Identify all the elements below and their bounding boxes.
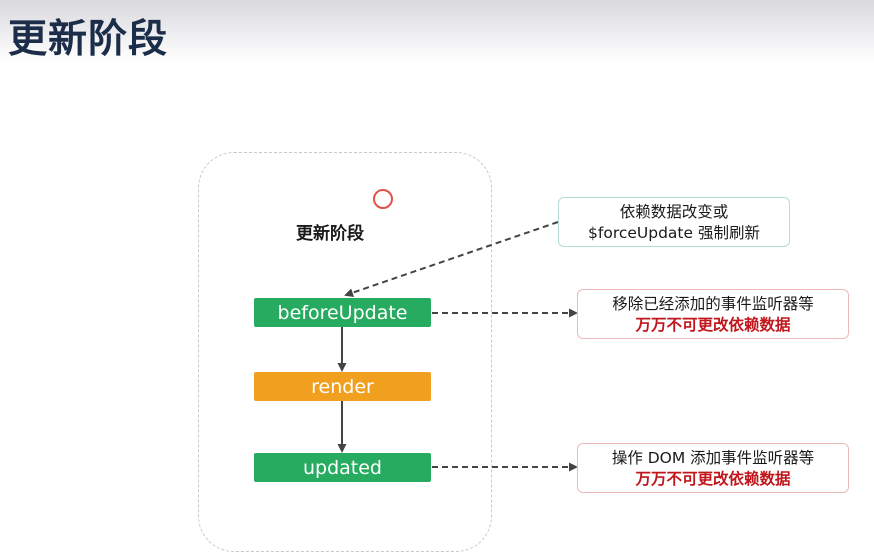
note-trigger: 依赖数据改变或 $forceUpdate 强制刷新 (558, 197, 790, 247)
stage-updated: updated (254, 453, 431, 482)
note-updated-warning: 万万不可更改依赖数据 (635, 470, 791, 488)
note-before-update: 移除已经添加的事件监听器等 万万不可更改依赖数据 (577, 289, 849, 339)
stage-before-update: beforeUpdate (254, 298, 431, 327)
note-updated: 操作 DOM 添加事件监听器等 万万不可更改依赖数据 (577, 443, 849, 493)
stage-render: render (254, 372, 431, 401)
note-before-update-warning: 万万不可更改依赖数据 (635, 316, 791, 334)
note-trigger-line1: 依赖数据改变或 (619, 203, 729, 221)
connector-arrows (337, 221, 578, 472)
note-trigger-line2: $forceUpdate 强制刷新 (588, 224, 760, 242)
note-updated-line1: 操作 DOM 添加事件监听器等 (611, 449, 815, 467)
trigger-arrow (344, 221, 559, 297)
note-before-update-line1: 移除已经添加的事件监听器等 (612, 295, 814, 313)
